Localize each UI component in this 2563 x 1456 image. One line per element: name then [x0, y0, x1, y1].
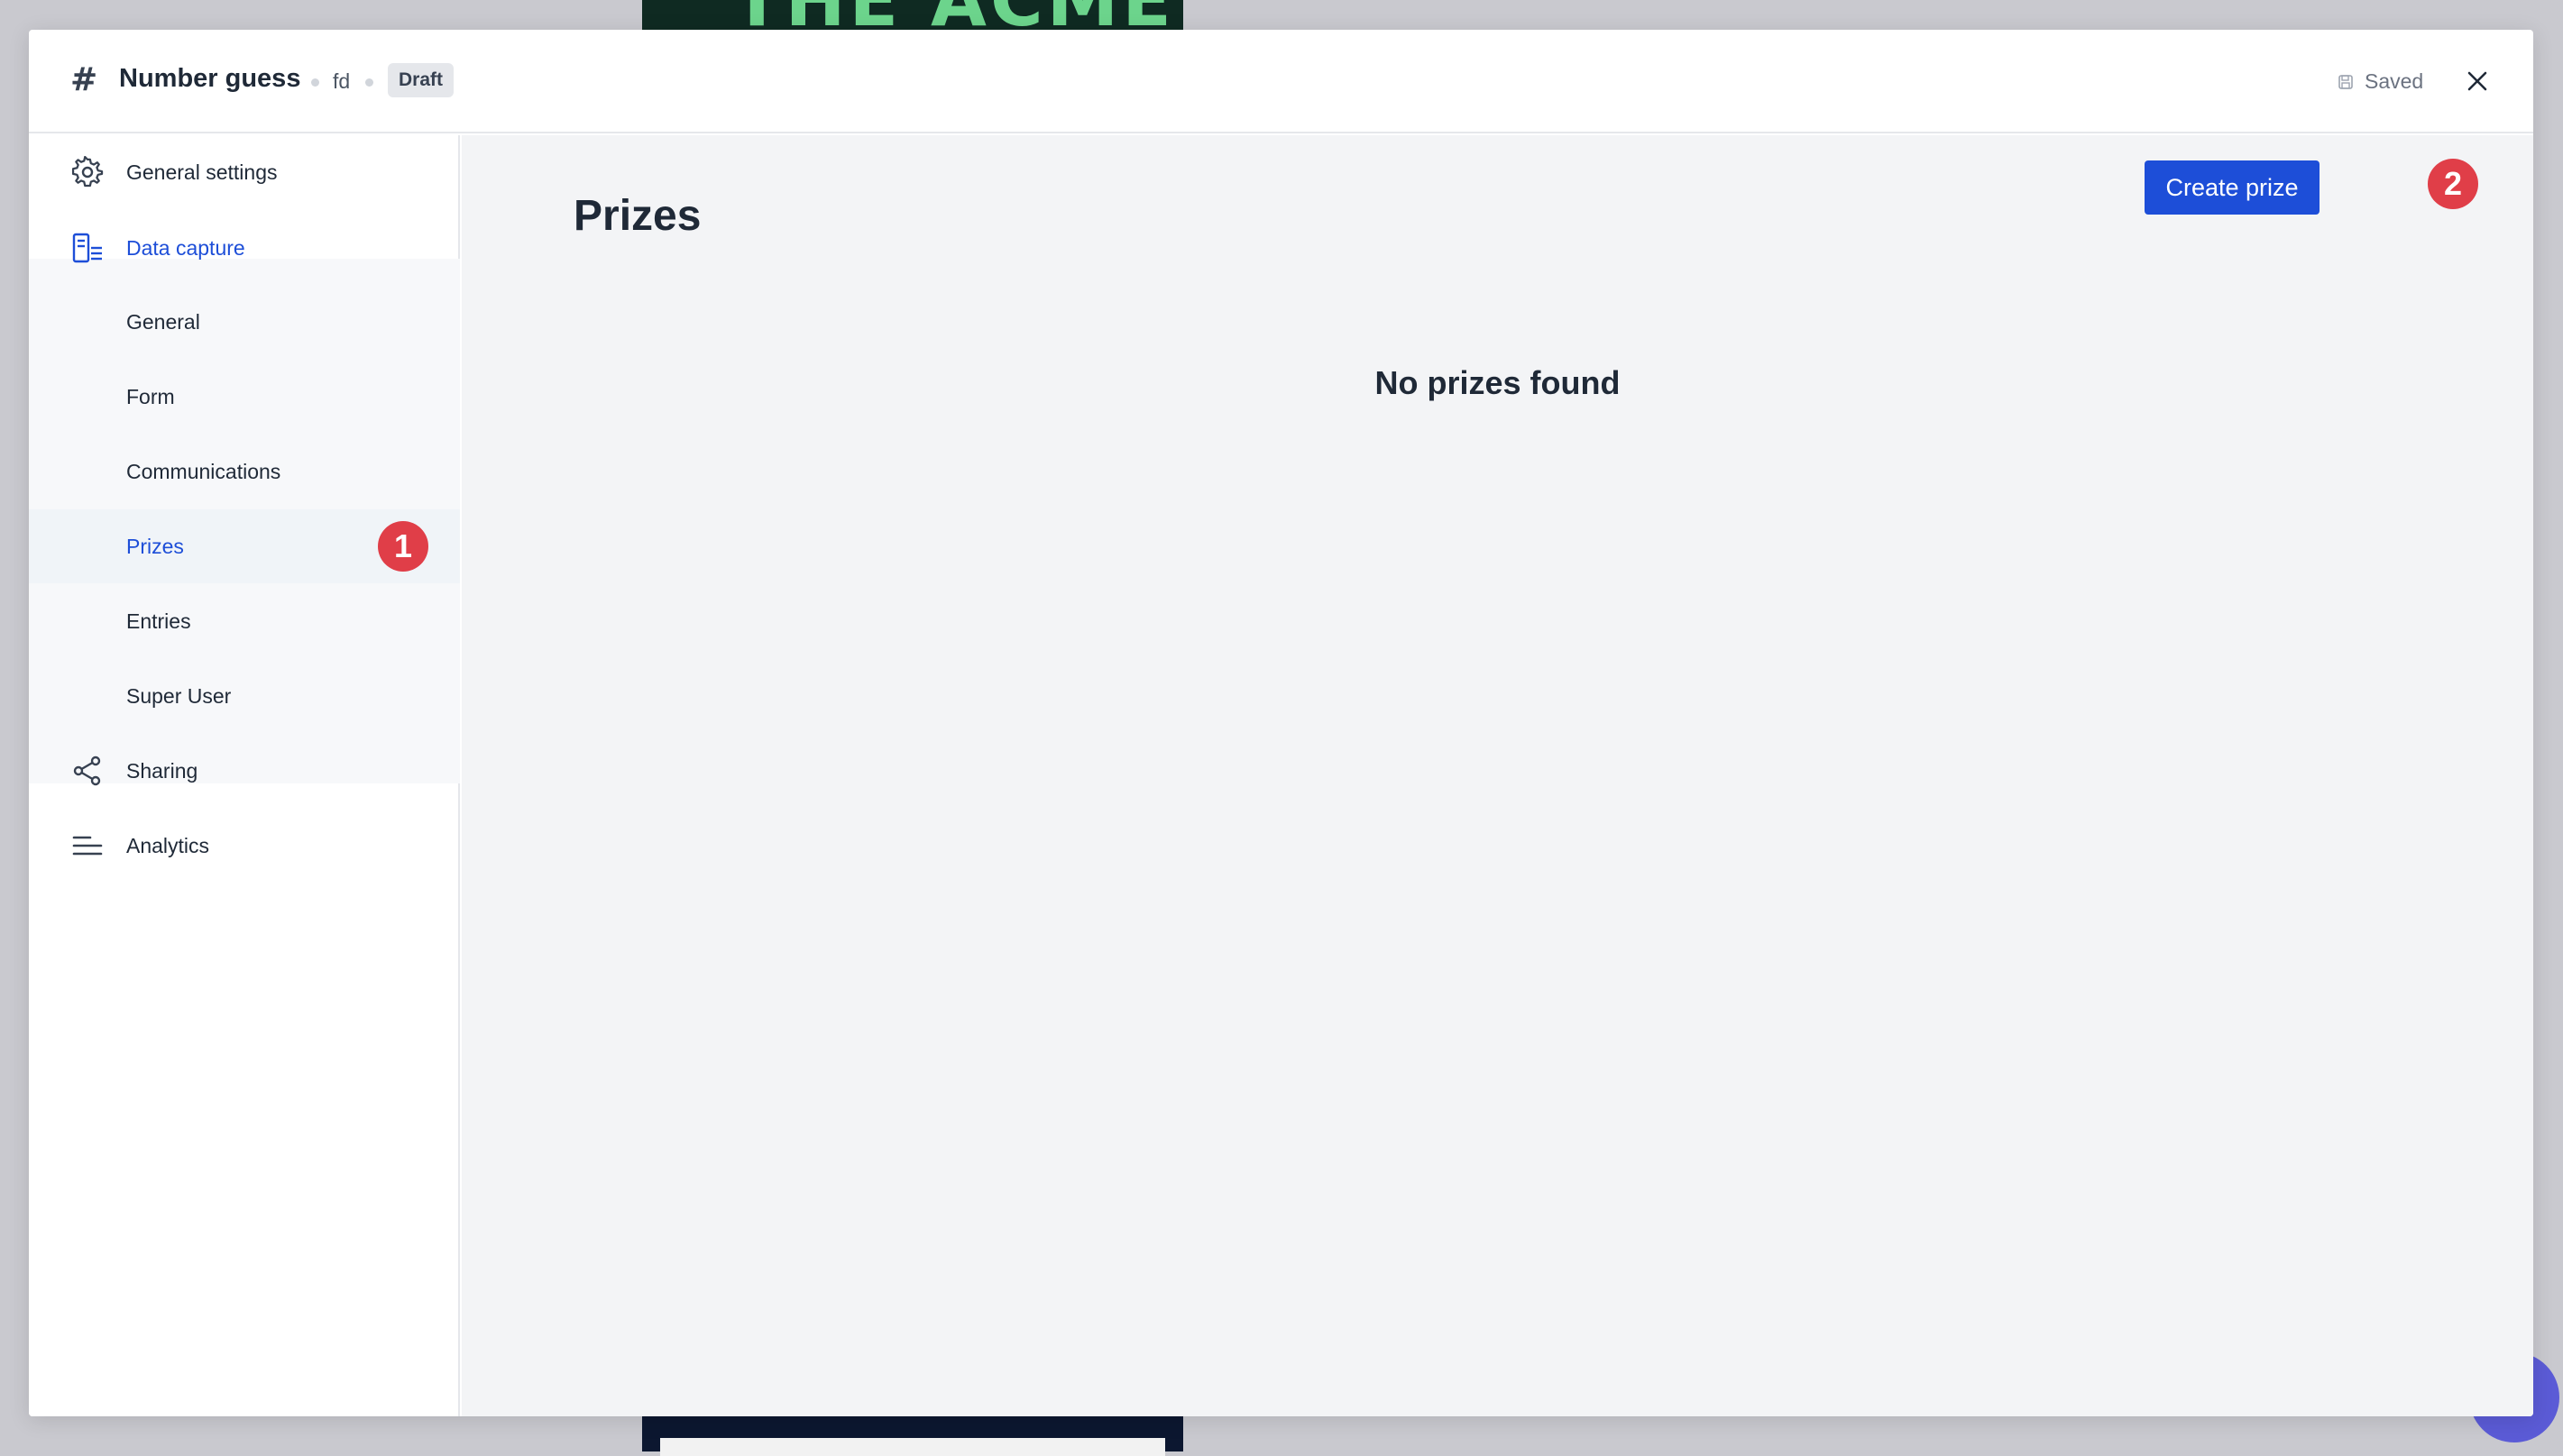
background-preview-banner: THE ACME [642, 0, 1183, 31]
competition-title: Number guess [119, 64, 301, 93]
form-icon [72, 233, 102, 263]
sidebar-item-label: Sharing [126, 758, 198, 783]
hash-icon: # [70, 61, 98, 98]
separator-dot [365, 78, 373, 87]
sidebar-item-form[interactable]: Form [29, 360, 460, 434]
sidebar-item-data-capture[interactable]: Data capture [29, 211, 460, 285]
background-preview-footer [642, 1416, 1183, 1456]
empty-state-message: No prizes found [1374, 364, 1621, 401]
main-content: Prizes No prizes found [462, 135, 2533, 1416]
sidebar-item-entries[interactable]: Entries [29, 584, 460, 658]
sidebar-item-label: Form [126, 384, 175, 408]
sidebar-item-label: General [126, 309, 200, 334]
save-status: Saved [2338, 69, 2423, 94]
step-annotation-1: 1 [378, 521, 428, 572]
sidebar-item-label: Data capture [126, 235, 245, 260]
sidebar-item-label: Super User [126, 683, 232, 708]
create-prize-button[interactable]: Create prize [2145, 160, 2320, 215]
sidebar-item-general[interactable]: General [29, 285, 460, 359]
sidebar-item-label: Analytics [126, 833, 210, 857]
owner-label: fd [333, 69, 351, 93]
saved-label: Saved [2365, 69, 2424, 93]
sidebar-item-label: Prizes [126, 534, 184, 558]
separator-dot [311, 78, 319, 87]
sidebar-item-communications[interactable]: Communications [29, 435, 460, 508]
share-icon [73, 755, 101, 786]
sidebar-item-super-user[interactable]: Super User [29, 659, 460, 733]
sidebar-item-label: Communications [126, 459, 281, 483]
sidebar-item-label: General settings [126, 160, 278, 184]
sidebar: General settings Data capture General Fo… [29, 135, 460, 1416]
close-icon[interactable] [2459, 63, 2495, 99]
sidebar-item-prizes[interactable]: Prizes 1 [29, 509, 460, 583]
sidebar-item-general-settings[interactable]: General settings [29, 135, 460, 209]
gear-icon [71, 156, 104, 188]
sidebar-item-analytics[interactable]: Analytics [29, 809, 460, 883]
step-annotation-2: 2 [2428, 159, 2478, 209]
sidebar-item-sharing[interactable]: Sharing [29, 734, 460, 808]
status-badge: Draft [388, 63, 455, 97]
floppy-disk-icon [2338, 74, 2353, 89]
sidebar-item-label: Entries [126, 609, 191, 633]
modal-header: # Number guess fd Draft Saved [29, 30, 2533, 133]
settings-modal: # Number guess fd Draft Saved General se… [29, 30, 2533, 1416]
page-title: Prizes [574, 192, 702, 240]
lines-icon [72, 836, 103, 856]
